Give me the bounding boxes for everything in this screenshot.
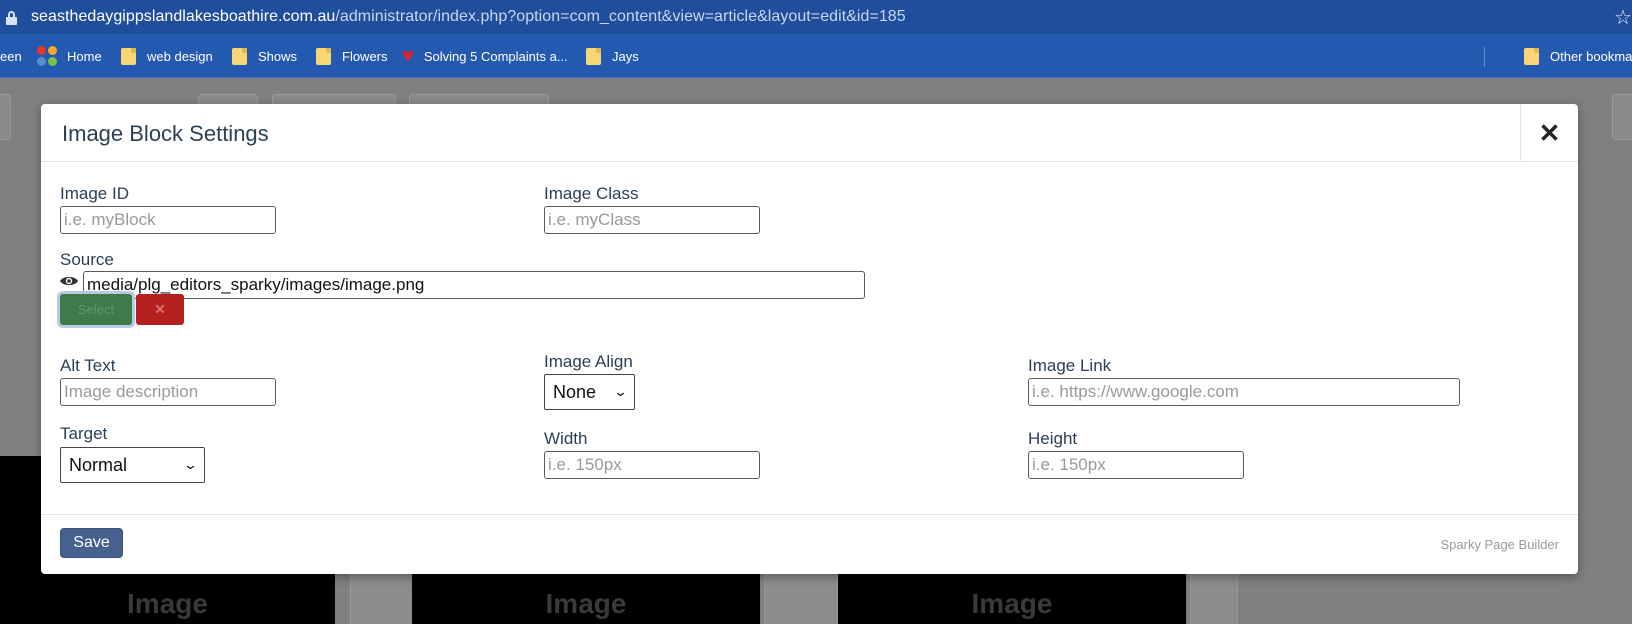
close-icon: ✕ — [1538, 117, 1561, 148]
url-path: /administrator/index.php?option=com_cont… — [335, 8, 906, 25]
modal-header: Image Block Settings ✕ — [41, 104, 1578, 162]
clear-image-button[interactable]: ✕ — [136, 294, 184, 325]
chevron-down-icon: ⌄ — [182, 457, 199, 472]
bookmark-label: Solving 5 Complaints a... — [423, 48, 568, 64]
background-button — [1612, 94, 1632, 140]
bookmark-label: web design — [147, 48, 213, 64]
image-align-label: Image Align — [544, 352, 633, 371]
folder-icon — [1524, 47, 1539, 65]
bookmark-item[interactable]: ♥ Solving 5 Complaints a... — [402, 34, 568, 78]
bookmarks-bar: een Home web design Shows Flowers ♥ Solvi… — [0, 34, 1632, 78]
address-bar[interactable]: seasthedaygippslandlakesboathire.com.au/… — [0, 0, 1632, 34]
close-button[interactable]: ✕ — [1520, 104, 1578, 162]
source-input[interactable] — [83, 271, 865, 299]
bookmarks-separator — [1484, 47, 1485, 67]
folder-icon — [232, 47, 247, 65]
image-block-settings-modal: Image Block Settings ✕ Image ID Image Cl… — [41, 104, 1578, 574]
image-class-input[interactable] — [544, 206, 760, 234]
folder-icon — [586, 47, 601, 65]
image-id-input[interactable] — [60, 206, 276, 234]
lock-icon[interactable] — [6, 11, 17, 25]
eye-icon[interactable] — [59, 274, 79, 288]
image-align-select[interactable]: None ⌄ — [544, 374, 635, 410]
alt-text-input[interactable] — [60, 378, 276, 406]
url-text[interactable]: seasthedaygippslandlakesboathire.com.au/… — [31, 8, 906, 26]
height-input[interactable] — [1028, 451, 1244, 479]
bookmark-item[interactable]: een — [0, 34, 22, 78]
ghost-label: Image — [971, 588, 1053, 619]
bookmark-label: een — [0, 48, 22, 64]
image-class-label: Image Class — [544, 184, 639, 203]
joomla-icon — [37, 46, 57, 66]
width-input[interactable] — [544, 451, 760, 479]
alt-text-label: Alt Text — [60, 356, 116, 375]
bookmark-label: Flowers — [342, 48, 388, 64]
image-id-label: Image ID — [60, 184, 129, 203]
bookmark-item[interactable]: Home — [37, 34, 102, 78]
other-bookmarks[interactable]: Other bookmar — [1524, 34, 1632, 78]
width-label: Width — [544, 429, 588, 448]
bookmark-label: Home — [67, 48, 102, 64]
target-value: Normal — [69, 454, 128, 475]
bookmark-label: Jays — [612, 48, 639, 64]
save-button[interactable]: Save — [60, 528, 123, 558]
heart-icon: ♥ — [402, 44, 414, 67]
image-align-value: None — [553, 381, 597, 402]
select-image-button[interactable]: Select — [60, 294, 132, 325]
source-label: Source — [60, 250, 114, 269]
modal-footer: Save Sparky Page Builder — [41, 514, 1578, 574]
chevron-down-icon: ⌄ — [612, 384, 629, 399]
brand-label: Sparky Page Builder — [1440, 537, 1559, 552]
image-link-label: Image Link — [1028, 356, 1112, 375]
ghost-label: Image — [127, 588, 208, 619]
bookmark-label: Other bookmar — [1550, 48, 1632, 64]
bookmark-item[interactable]: Flowers — [316, 34, 388, 78]
bookmark-item[interactable]: Jays — [586, 34, 639, 78]
background-button — [0, 94, 11, 140]
image-link-input[interactable] — [1028, 378, 1460, 406]
ghost-label: Image — [545, 588, 627, 619]
folder-icon — [121, 47, 136, 65]
url-host: seasthedaygippslandlakesboathire.com.au — [31, 8, 336, 25]
bookmark-item[interactable]: web design — [121, 34, 213, 78]
bookmark-star-icon[interactable]: ☆ — [1614, 5, 1632, 30]
bookmark-item[interactable]: Shows — [232, 34, 297, 78]
bookmark-label: Shows — [258, 48, 298, 64]
target-label: Target — [60, 424, 108, 443]
modal-title: Image Block Settings — [62, 121, 269, 146]
height-label: Height — [1028, 429, 1078, 448]
folder-icon — [316, 47, 331, 65]
target-select[interactable]: Normal ⌄ — [60, 447, 205, 483]
